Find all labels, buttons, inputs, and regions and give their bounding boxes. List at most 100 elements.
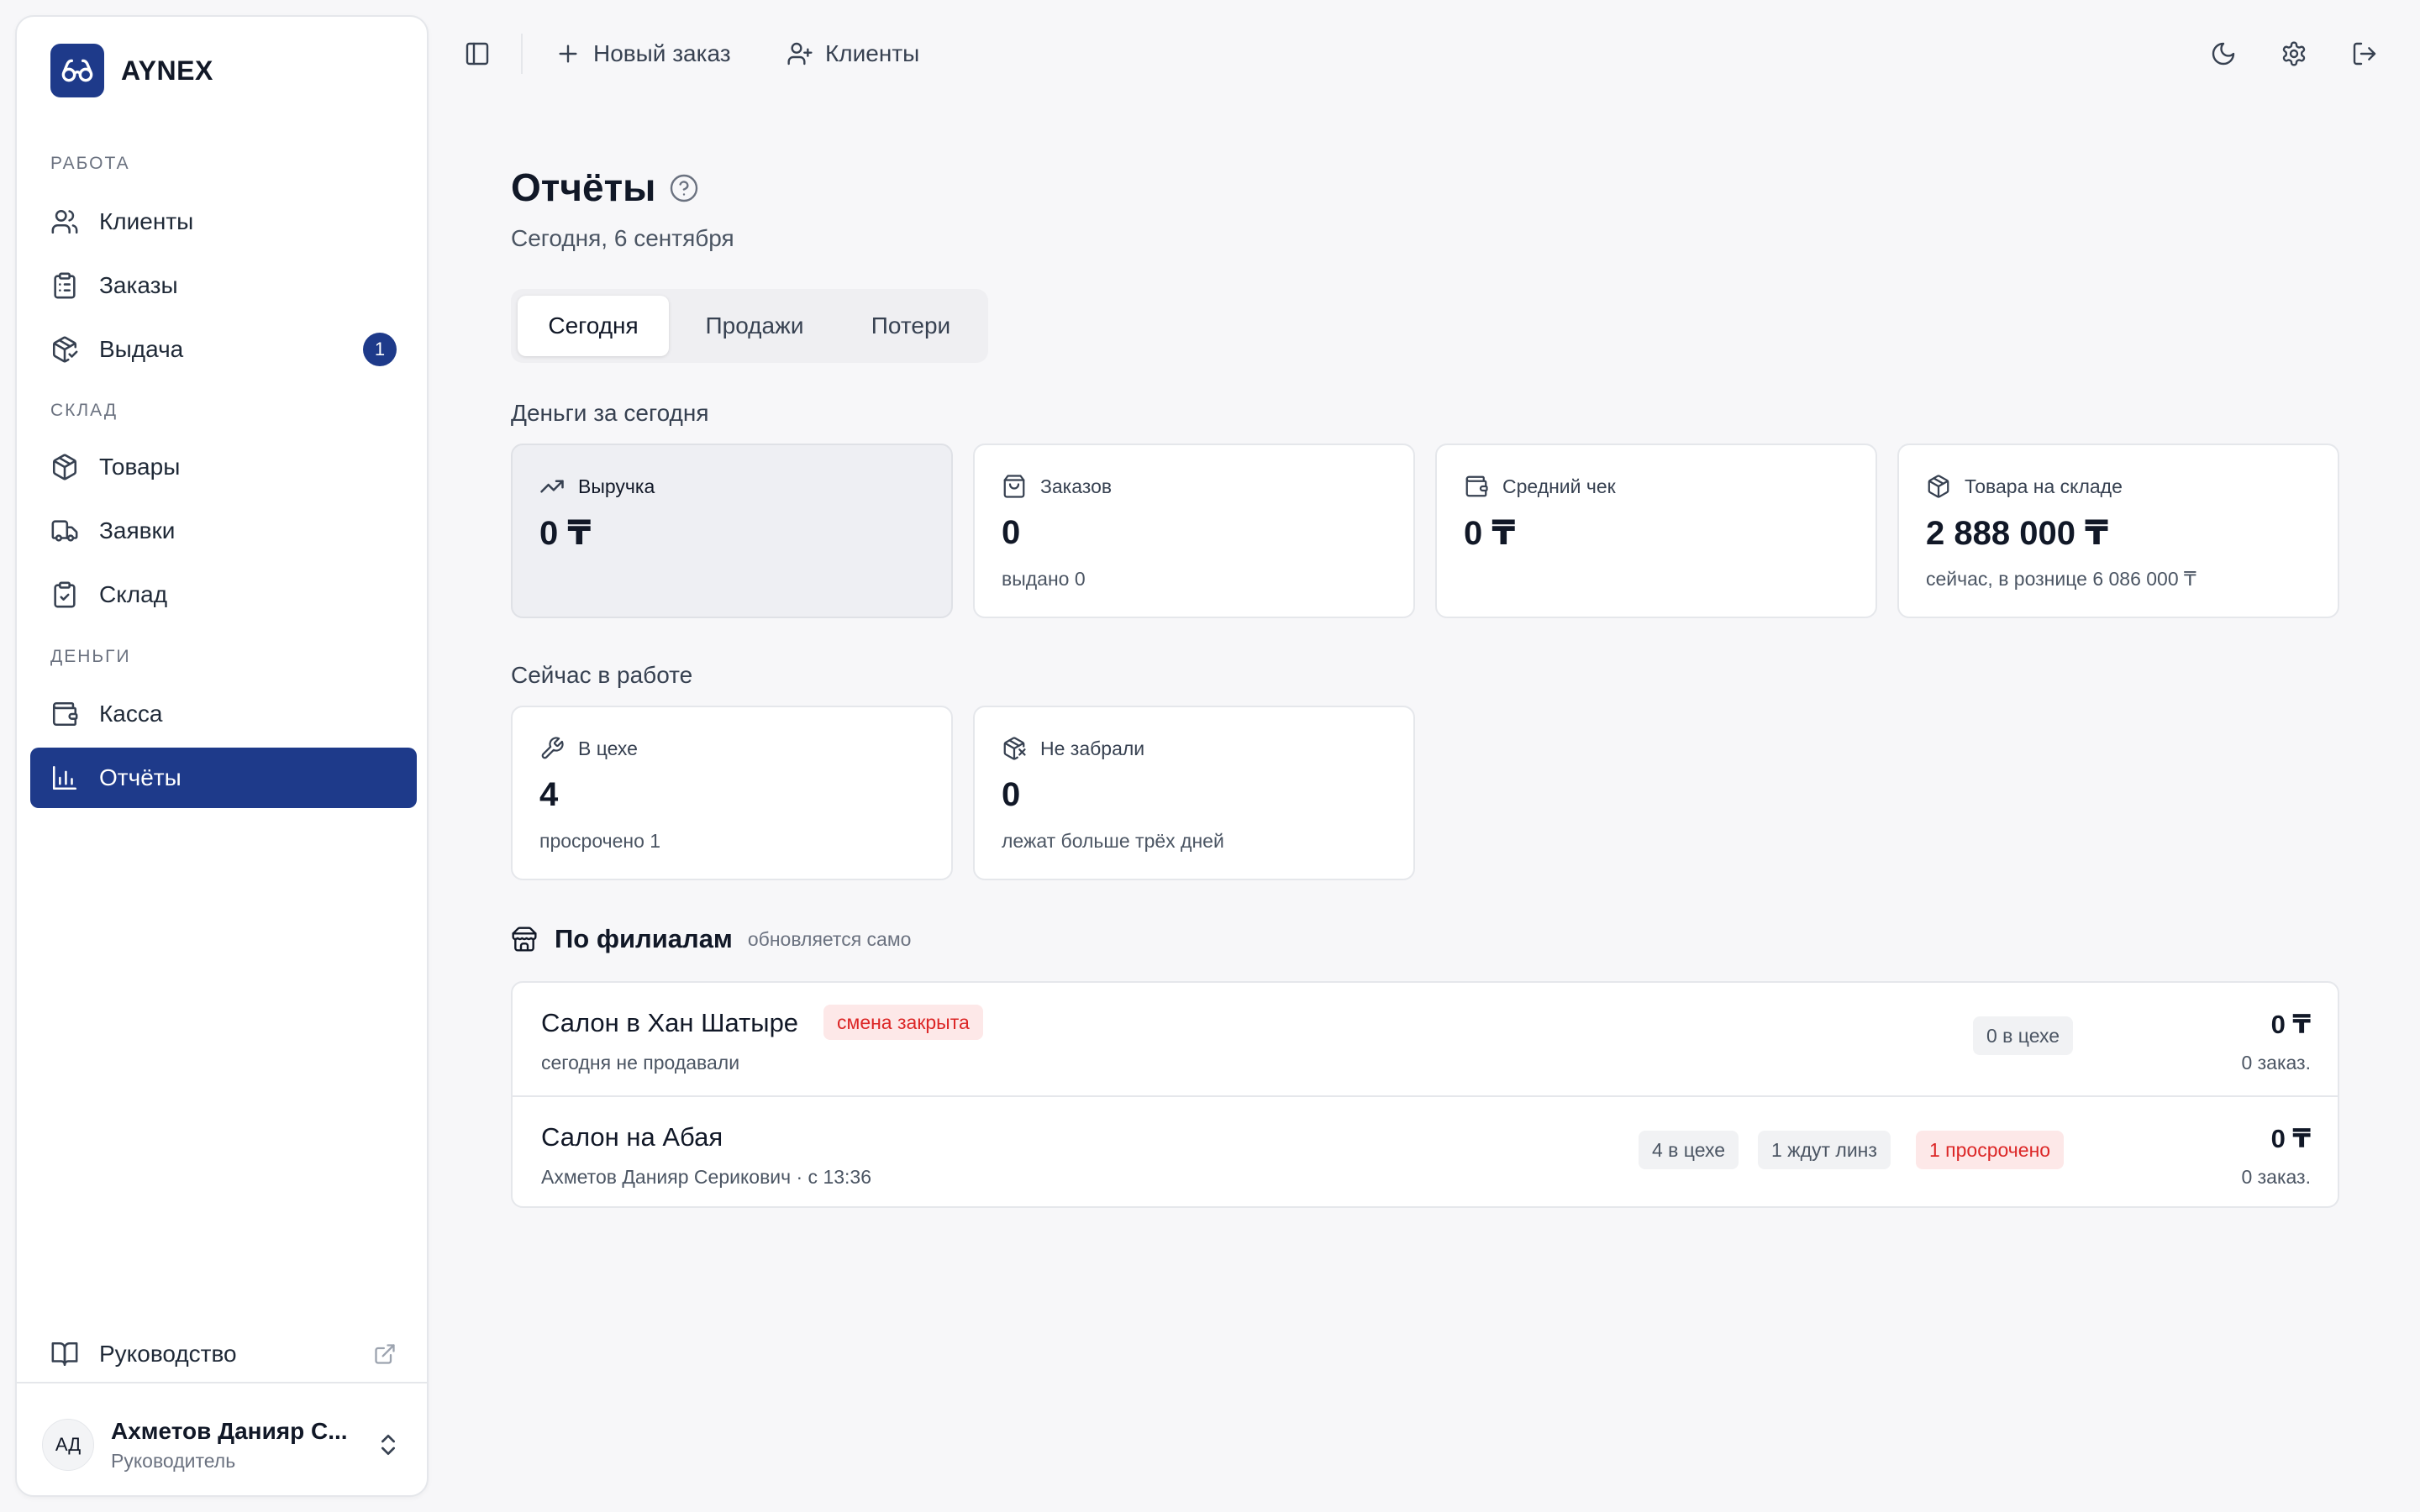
in-work-title: Сейчас в работе	[511, 662, 693, 688]
book-open-icon	[50, 1340, 79, 1368]
card-label: Не забрали	[1040, 737, 1145, 759]
tab-sales[interactable]: Продажи	[669, 296, 840, 356]
logout-button[interactable]	[2351, 40, 2378, 67]
branch-list: Салон в Хан Шатыре смена закрыта сегодня…	[511, 981, 2339, 1208]
money-today-title: Деньги за сегодня	[511, 400, 709, 426]
sidebar-item-label: Выдача	[99, 336, 184, 362]
wrench-icon	[539, 736, 565, 761]
users-icon	[50, 207, 79, 236]
workshop-count-badge: 4 в цехе	[1639, 1131, 1739, 1169]
card-value: 0	[1002, 514, 1021, 551]
branch-sub: сегодня не продавали	[541, 1052, 740, 1074]
brand-name: AYNEX	[121, 55, 213, 86]
clipboard-check-icon	[50, 580, 79, 609]
sidebar-item-clients[interactable]: Клиенты	[30, 192, 417, 252]
clients-label: Клиенты	[825, 40, 920, 66]
card-sub: сейчас, в рознице 6 086 000 ₸	[1926, 568, 2196, 590]
pickup-count-badge: 1	[363, 333, 397, 366]
section-title-warehouse: Склад	[50, 401, 118, 420]
store-icon	[511, 926, 538, 953]
sidebar-divider	[17, 1382, 427, 1383]
awaiting-lenses-badge: 1 ждут линз	[1758, 1131, 1891, 1169]
sidebar-item-requests[interactable]: Заявки	[30, 501, 417, 561]
plus-icon	[555, 40, 581, 67]
trending-up-icon	[539, 474, 565, 499]
tab-today[interactable]: Сегодня	[518, 296, 669, 356]
bar-chart-icon	[50, 764, 79, 792]
wallet-icon	[50, 700, 79, 728]
sidebar-item-products[interactable]: Товары	[30, 437, 417, 497]
branches-header: По филиалам обновляется само	[511, 924, 911, 954]
clients-button[interactable]: Клиенты	[786, 40, 919, 67]
branch-orders: 0 заказ.	[2241, 1052, 2311, 1074]
sidebar-item-orders[interactable]: Заказы	[30, 255, 417, 316]
moon-icon	[2210, 40, 2237, 67]
card-value: 0	[1002, 776, 1021, 813]
card-label: В цехе	[578, 737, 638, 759]
box-icon	[50, 453, 79, 481]
orders-card[interactable]: Заказов 0 выдано 0	[973, 444, 1415, 618]
branch-row[interactable]: Салон на Абая Ахметов Данияр Серикович ·…	[513, 1095, 2338, 1206]
page-title: Отчёты	[511, 165, 656, 209]
status-badge: смена закрыта	[823, 1005, 983, 1040]
sidebar-item-label: Руководство	[99, 1341, 237, 1367]
theme-toggle-button[interactable]	[2210, 40, 2237, 67]
sidebar-item-warehouse[interactable]: Склад	[30, 564, 417, 625]
external-link-icon	[373, 1342, 397, 1366]
chevrons-up-down-icon	[375, 1431, 402, 1458]
topbar-divider	[521, 34, 523, 74]
sidebar-item-pickup[interactable]: Выдача 1	[30, 319, 417, 380]
card-value: 4	[539, 776, 559, 813]
wallet-icon	[1464, 474, 1489, 499]
avatar: АД	[42, 1419, 94, 1471]
branch-orders: 0 заказ.	[2241, 1166, 2311, 1188]
branch-amount: 0 ₸	[2270, 1010, 2311, 1039]
tab-losses[interactable]: Потери	[840, 296, 981, 356]
card-label: Товара на складе	[1965, 475, 2123, 497]
gear-icon	[2281, 40, 2307, 67]
user-role: Руководитель	[111, 1449, 236, 1472]
sidebar-item-label: Товары	[99, 454, 181, 480]
settings-button[interactable]	[2281, 40, 2307, 67]
user-name: Ахметов Данияр С...	[111, 1417, 348, 1444]
workshop-count-badge: 0 в цехе	[1973, 1016, 2074, 1055]
card-value: 0 ₸	[1464, 515, 1516, 552]
card-label: Выручка	[578, 475, 655, 497]
card-sub: лежат больше трёх дней	[1002, 830, 1224, 852]
user-menu[interactable]: АД Ахметов Данияр С... Руководитель	[42, 1411, 408, 1478]
box-icon	[1926, 474, 1951, 499]
section-title-work: Работа	[50, 154, 130, 173]
sidebar-item-label: Заявки	[99, 517, 176, 543]
package-check-icon	[50, 335, 79, 364]
branch-row[interactable]: Салон в Хан Шатыре смена закрыта сегодня…	[513, 983, 2338, 1095]
in-workshop-card[interactable]: В цехе 4 просрочено 1	[511, 706, 953, 880]
log-out-icon	[2351, 40, 2378, 67]
branches-subtitle: обновляется само	[747, 927, 912, 950]
branch-amount: 0 ₸	[2270, 1124, 2311, 1153]
sidebar-item-reports[interactable]: Отчёты	[30, 748, 417, 808]
brand[interactable]: AYNEX	[50, 44, 213, 97]
panel-left-icon	[464, 40, 491, 67]
sidebar-item-label: Заказы	[99, 272, 178, 298]
toggle-sidebar-button[interactable]	[464, 40, 491, 67]
card-sub: выдано 0	[1002, 568, 1086, 590]
sidebar-item-label: Клиенты	[99, 208, 194, 234]
branches-title: По филиалам	[555, 924, 733, 953]
new-order-button[interactable]: Новый заказ	[555, 40, 731, 67]
revenue-card[interactable]: Выручка 0 ₸	[511, 444, 953, 618]
truck-icon	[50, 517, 79, 545]
sidebar-item-label: Склад	[99, 581, 168, 607]
card-sub: просрочено 1	[539, 830, 661, 852]
card-label: Заказов	[1040, 475, 1113, 497]
not-picked-up-card[interactable]: Не забрали 0 лежат больше трёх дней	[973, 706, 1415, 880]
sidebar-item-label: Отчёты	[99, 764, 182, 790]
card-value: 0 ₸	[539, 515, 592, 552]
new-order-label: Новый заказ	[593, 40, 731, 66]
glasses-logo-icon	[50, 44, 104, 97]
stock-value-card[interactable]: Товара на складе 2 888 000 ₸ сейчас, в р…	[1897, 444, 2339, 618]
average-check-card[interactable]: Средний чек 0 ₸	[1435, 444, 1877, 618]
overdue-badge: 1 просрочено	[1916, 1131, 2065, 1169]
sidebar-item-cashdesk[interactable]: Касса	[30, 684, 417, 744]
sidebar-item-guide[interactable]: Руководство	[30, 1324, 417, 1384]
help-circle-icon[interactable]	[669, 173, 699, 203]
